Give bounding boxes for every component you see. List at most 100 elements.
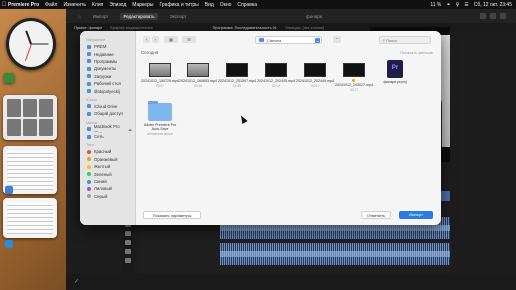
thumbnail-content bbox=[7, 202, 53, 234]
sidebar-tag-yellow[interactable]: Желтый bbox=[80, 163, 135, 170]
home-icon[interactable]: ⌂ bbox=[78, 14, 81, 19]
menu-window[interactable]: Окно bbox=[220, 2, 232, 8]
sidebar-item-macbook[interactable]: MacBook Pro —… ⏏ bbox=[80, 124, 135, 134]
group-title: Сегодня bbox=[141, 50, 159, 55]
sidebar-section-favorites: Избранное bbox=[86, 38, 106, 42]
file-item[interactable]: 20241012_203027.mp4 00:27 bbox=[335, 63, 373, 92]
control-center-icon[interactable]: ☰ bbox=[464, 2, 468, 8]
tab-project-panel[interactable]: Проект: фонаре bbox=[74, 26, 102, 30]
file-item[interactable]: Pr фонаре.prproj bbox=[376, 60, 414, 84]
finder-app-icon[interactable] bbox=[5, 186, 13, 194]
sidebar-tag-gray[interactable]: Серый bbox=[80, 193, 135, 200]
pen-tool-icon[interactable] bbox=[125, 249, 131, 254]
folder-item[interactable]: Adobe Premiere Pro Auto-Save обновлено в… bbox=[141, 101, 179, 136]
stage-thumbnail-document[interactable] bbox=[3, 198, 57, 238]
clock-icon bbox=[87, 52, 91, 57]
clock-minute-hand bbox=[30, 43, 49, 45]
menu-markers[interactable]: Маркеры bbox=[132, 2, 153, 8]
sidebar-item-home[interactable]: dlatopolyeckij bbox=[80, 87, 135, 94]
menu-sequence[interactable]: Эпизод bbox=[109, 2, 126, 8]
tab-export[interactable]: Экспорт bbox=[170, 14, 187, 19]
workspace-icon[interactable] bbox=[480, 13, 486, 19]
sidebar-item-recents[interactable]: Недавние bbox=[80, 50, 135, 57]
sidebar-section-icloud: iCloud bbox=[86, 97, 97, 102]
video-thumbnail bbox=[265, 63, 287, 77]
sidebar-item-documents[interactable]: Документы bbox=[80, 65, 135, 72]
applications-icon bbox=[87, 59, 91, 64]
search-icon[interactable]: ⚲ bbox=[456, 2, 460, 8]
document-icon bbox=[87, 66, 91, 71]
show-options-button[interactable]: Показать параметры bbox=[143, 211, 201, 219]
razor-tool-icon[interactable] bbox=[125, 231, 131, 236]
sidebar-tag-green[interactable]: Зеленый bbox=[80, 170, 135, 177]
menubar-clock[interactable]: Сб, 12 окт. 23:45 bbox=[474, 2, 512, 8]
eject-icon[interactable]: ⏏ bbox=[128, 127, 132, 132]
wifi-icon[interactable]: ⚭ bbox=[446, 2, 450, 8]
desktop-icon bbox=[87, 81, 91, 86]
sidebar-item-applications[interactable]: Программы bbox=[80, 58, 135, 65]
menu-help[interactable]: Справка bbox=[237, 2, 257, 8]
apple-icon[interactable]:  bbox=[0, 2, 8, 8]
show-less-link[interactable]: Показать меньше bbox=[400, 50, 433, 58]
sidebar-tag-blue[interactable]: Синий bbox=[80, 178, 135, 185]
app-thumbnail-messages[interactable] bbox=[4, 73, 14, 83]
tag-dot-icon bbox=[87, 157, 91, 162]
menu-edit[interactable]: Изменить bbox=[63, 2, 86, 8]
forward-button[interactable]: › bbox=[152, 36, 159, 43]
slip-tool-icon[interactable] bbox=[125, 240, 131, 245]
status-bar: ✓ bbox=[66, 274, 516, 290]
sidebar-item-desktop[interactable]: Рабочий стол bbox=[80, 80, 135, 87]
search-field[interactable]: ⚲ bbox=[379, 36, 431, 44]
file-item[interactable]: 20241012_150720.mp4 00:07 bbox=[141, 63, 179, 88]
tag-dot-icon bbox=[87, 164, 91, 169]
sidebar-item-shared[interactable]: Общий доступ bbox=[80, 110, 135, 117]
quick-export-icon[interactable] bbox=[490, 13, 496, 19]
sidebar-tag-red[interactable]: Красный bbox=[80, 148, 135, 155]
sidebar-item-prem[interactable]: PREM bbox=[80, 43, 135, 50]
tab-media-browser[interactable]: Браузер медиаконтента bbox=[110, 26, 152, 30]
file-item[interactable]: 20241012_201597.mp4 01:46 bbox=[218, 63, 256, 88]
menu-file[interactable]: Файл bbox=[45, 2, 57, 8]
tag-dot-icon bbox=[87, 172, 91, 177]
view-options-button[interactable]: ☰ bbox=[182, 36, 196, 43]
sidebar-tag-orange[interactable]: Оранжевый bbox=[80, 156, 135, 163]
shared-folder-icon bbox=[87, 111, 91, 116]
menu-view[interactable]: Вид bbox=[205, 2, 214, 8]
app-store-icon[interactable] bbox=[5, 240, 13, 248]
back-button[interactable]: ‹ bbox=[143, 36, 150, 43]
cloud-icon bbox=[87, 104, 91, 109]
stage-thumbnail-finder[interactable] bbox=[3, 95, 57, 140]
view-grid-button[interactable]: ▦ bbox=[164, 36, 178, 43]
clock-widget[interactable] bbox=[6, 18, 56, 70]
tag-dot-icon bbox=[87, 194, 91, 199]
folder-icon bbox=[87, 44, 91, 49]
fullscreen-icon[interactable] bbox=[500, 13, 506, 19]
tag-dot-icon bbox=[87, 179, 91, 184]
chevron-down-icon: ⌄ bbox=[315, 37, 320, 43]
sidebar-tag-purple[interactable]: Лиловый bbox=[80, 185, 135, 192]
file-item[interactable]: 20241012_160653.mp4 00:35 bbox=[179, 63, 217, 88]
folder-icon bbox=[259, 38, 264, 42]
hand-tool-icon[interactable] bbox=[125, 258, 131, 263]
location-popup[interactable]: Camera ⌄ bbox=[255, 36, 322, 44]
tab-edit[interactable]: Редактировать bbox=[120, 12, 158, 20]
sidebar-item-icloud-drive[interactable]: iCloud Drive bbox=[80, 103, 135, 110]
tab-sequences[interactable]: Эпизоды, (нет клипов) bbox=[285, 26, 324, 30]
menu-clip[interactable]: Клип bbox=[92, 2, 103, 8]
tab-import[interactable]: Импорт bbox=[93, 14, 109, 19]
app-menu[interactable]: Premiere Pro bbox=[8, 2, 39, 8]
cancel-button[interactable]: Отменить bbox=[361, 211, 391, 219]
audio-clip-a2[interactable] bbox=[220, 243, 450, 265]
file-item[interactable]: 20241012_202445.mp4 03:13 bbox=[257, 63, 295, 88]
menu-graphics[interactable]: Графика и титры bbox=[159, 2, 198, 8]
expand-button[interactable]: ⌃ bbox=[333, 36, 341, 43]
sidebar-section-tags: Теги bbox=[86, 143, 94, 148]
sidebar-item-downloads[interactable]: Загрузки bbox=[80, 73, 135, 80]
search-input[interactable] bbox=[386, 37, 427, 43]
checkmark-icon: ✓ bbox=[74, 279, 80, 285]
file-item[interactable]: 20241012_202449.mp4 00:01 bbox=[296, 63, 334, 88]
battery-level[interactable]: 11 % bbox=[430, 2, 441, 8]
import-button[interactable]: Импорт bbox=[399, 211, 433, 219]
menubar:  Premiere Pro Файл Изменить Клип Эпизод… bbox=[0, 0, 516, 9]
tab-program-monitor[interactable]: Программа: Последовательность 01 bbox=[213, 26, 277, 30]
